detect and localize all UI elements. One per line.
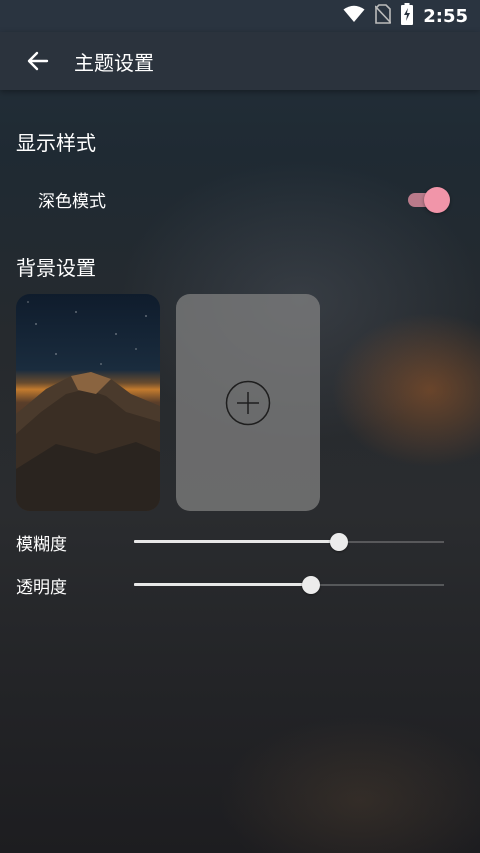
background-thumbnail[interactable] [16,294,160,511]
opacity-slider[interactable] [134,575,444,595]
back-button[interactable] [24,47,52,75]
no-sim-icon [374,4,392,28]
wifi-icon [343,5,365,27]
add-background-button[interactable] [176,294,320,511]
slider-thumb[interactable] [301,576,320,594]
slider-fill [134,540,339,543]
status-time: 2:55 [423,5,468,27]
toggle-thumb [424,187,450,213]
slider-thumb[interactable] [329,533,348,551]
dark-mode-toggle[interactable] [406,185,452,213]
page-title: 主题设置 [74,50,154,75]
section-title-display: 显示样式 [16,131,96,155]
section-title-background: 背景设置 [16,256,96,280]
opacity-label: 透明度 [16,578,67,598]
blur-label: 模糊度 [16,535,67,555]
battery-charging-icon [401,3,414,29]
status-bar: 2:55 [0,0,480,32]
dark-mode-label: 深色模式 [38,192,106,212]
arrow-left-icon [27,51,49,71]
app-bar: 主题设置 [0,32,480,90]
blur-slider[interactable] [134,532,444,552]
plus-circle-icon [225,380,271,426]
slider-fill [134,583,311,586]
